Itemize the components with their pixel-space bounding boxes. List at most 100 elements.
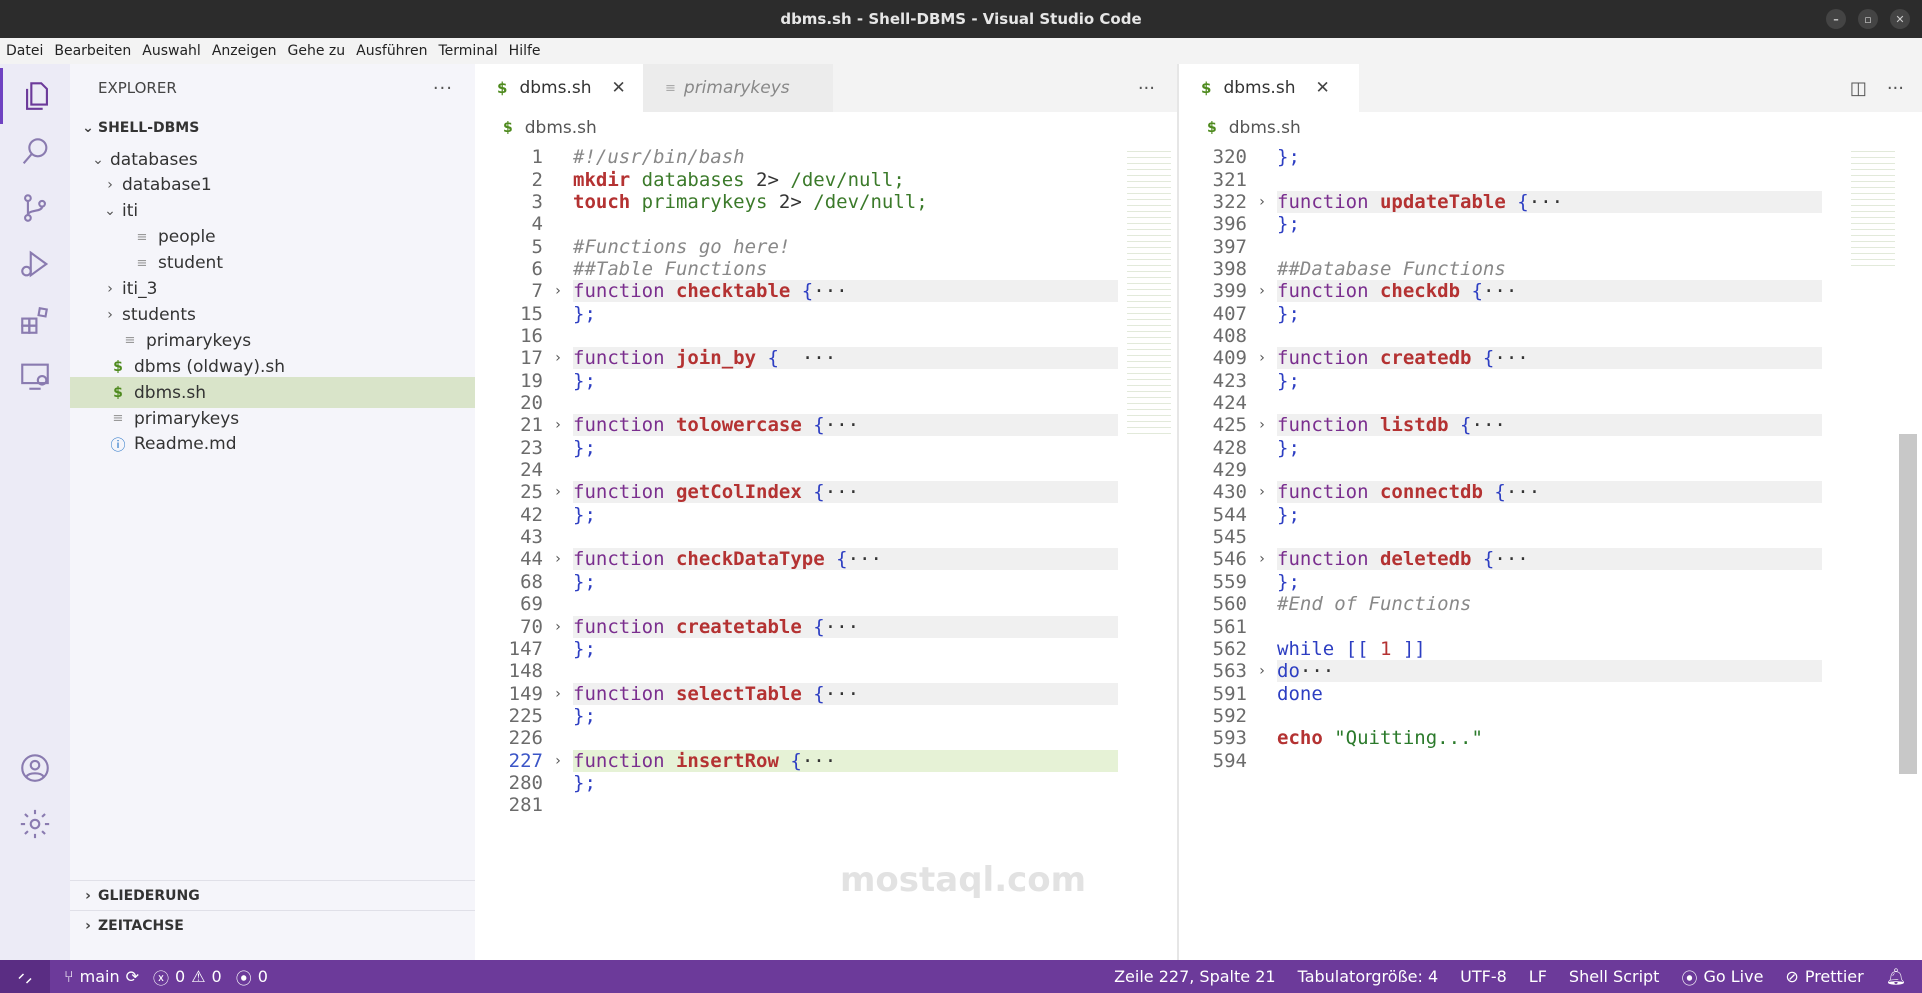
code-line[interactable]: 544}; bbox=[1179, 504, 1922, 526]
menu-hilfe[interactable]: Hilfe bbox=[509, 43, 541, 59]
run-debug-icon[interactable] bbox=[0, 236, 70, 292]
encoding[interactable]: UTF-8 bbox=[1460, 967, 1507, 986]
code-line[interactable]: 4 bbox=[475, 213, 1177, 235]
close-icon[interactable]: ✕ bbox=[1890, 9, 1910, 29]
fold-chevron-icon[interactable]: › bbox=[1247, 417, 1277, 433]
code-line[interactable]: 424 bbox=[1179, 392, 1922, 414]
remote-explorer-icon[interactable] bbox=[0, 348, 70, 404]
code-editor[interactable]: 320}; 321 322 › function updateTable {··· 396… bbox=[1179, 144, 1922, 960]
code-line[interactable]: 407}; bbox=[1179, 302, 1922, 325]
code-line[interactable]: 147}; bbox=[475, 638, 1177, 660]
menu-auswahl[interactable]: Auswahl bbox=[142, 43, 201, 59]
more-actions-icon[interactable]: ··· bbox=[433, 78, 453, 99]
code-line[interactable]: 42}; bbox=[475, 504, 1177, 526]
fold-chevron-icon[interactable]: › bbox=[543, 551, 573, 567]
prettier-button[interactable]: ⊘ Prettier bbox=[1785, 967, 1863, 986]
code-line[interactable]: 25 › function getColIndex {··· bbox=[475, 481, 1177, 504]
code-editor[interactable]: 1 #!/usr/bin/bash 2 mkdir databases 2> /dev… bbox=[475, 144, 1177, 960]
fold-chevron-icon[interactable]: › bbox=[1247, 663, 1277, 679]
fold-chevron-icon[interactable]: › bbox=[1247, 283, 1277, 299]
code-line[interactable]: 397 bbox=[1179, 235, 1922, 258]
code-line[interactable]: 423}; bbox=[1179, 370, 1922, 392]
code-line[interactable]: 21 › function tolowercase {··· bbox=[475, 414, 1177, 437]
menu-terminal[interactable]: Terminal bbox=[439, 43, 498, 59]
code-line[interactable]: 428}; bbox=[1179, 437, 1922, 459]
tree-item[interactable]: ⓘ Readme.md bbox=[70, 429, 475, 460]
code-line[interactable]: 408 bbox=[1179, 325, 1922, 347]
code-line[interactable]: 24 bbox=[475, 459, 1177, 481]
code-line[interactable]: 398 ##Database Functions bbox=[1179, 258, 1922, 280]
code-line[interactable]: 559}; bbox=[1179, 571, 1922, 593]
tab-size[interactable]: Tabulatorgröße: 4 bbox=[1298, 967, 1439, 986]
menu-ausfuehren[interactable]: Ausführen bbox=[356, 43, 427, 59]
outline-section[interactable]: › GLIEDERUNG bbox=[70, 880, 475, 910]
code-line[interactable]: 44 › function checkDataType {··· bbox=[475, 548, 1177, 571]
code-line[interactable]: 425 › function listdb {··· bbox=[1179, 414, 1922, 437]
code-line[interactable]: 7 › function checktable {··· bbox=[475, 280, 1177, 303]
notifications-bell-icon[interactable]: 🔔︎ bbox=[1886, 967, 1906, 986]
explorer-icon[interactable] bbox=[0, 68, 70, 124]
fold-chevron-icon[interactable]: › bbox=[543, 619, 573, 635]
code-line[interactable]: 149 › function selectTable {··· bbox=[475, 682, 1177, 705]
code-line[interactable]: 545 bbox=[1179, 526, 1922, 548]
code-line[interactable]: 281 bbox=[475, 794, 1177, 816]
code-line[interactable]: 2 mkdir databases 2> /dev/null; bbox=[475, 168, 1177, 191]
minimize-icon[interactable]: – bbox=[1826, 9, 1846, 29]
scrollbar-thumb[interactable] bbox=[1899, 434, 1917, 774]
search-icon[interactable] bbox=[0, 124, 70, 180]
code-line[interactable]: 560 #End of Functions bbox=[1179, 593, 1922, 615]
breadcrumb-file[interactable]: dbms.sh bbox=[525, 118, 597, 138]
code-line[interactable]: 227 › function insertRow {··· bbox=[475, 749, 1177, 772]
fold-chevron-icon[interactable]: › bbox=[1247, 484, 1277, 500]
code-line[interactable]: 68}; bbox=[475, 571, 1177, 593]
code-line[interactable]: 69 bbox=[475, 593, 1177, 615]
menu-gehe-zu[interactable]: Gehe zu bbox=[288, 43, 346, 59]
code-line[interactable]: 592 bbox=[1179, 705, 1922, 727]
extensions-icon[interactable] bbox=[0, 292, 70, 348]
timeline-section[interactable]: › ZEITACHSE bbox=[70, 910, 475, 940]
code-line[interactable]: 15}; bbox=[475, 302, 1177, 325]
code-line[interactable]: 226 bbox=[475, 727, 1177, 749]
fold-chevron-icon[interactable]: › bbox=[1247, 194, 1277, 210]
code-line[interactable]: 591 done bbox=[1179, 682, 1922, 705]
code-line[interactable]: 396}; bbox=[1179, 213, 1922, 235]
code-line[interactable]: 563 › do··· bbox=[1179, 660, 1922, 683]
fold-chevron-icon[interactable]: › bbox=[1247, 551, 1277, 567]
menu-datei[interactable]: Datei bbox=[6, 43, 43, 59]
code-line[interactable]: 6 ##Table Functions bbox=[475, 258, 1177, 280]
close-icon[interactable]: ✕ bbox=[1315, 78, 1329, 98]
menu-bearbeiten[interactable]: Bearbeiten bbox=[54, 43, 131, 59]
fold-chevron-icon[interactable]: › bbox=[543, 283, 573, 299]
tab-dbms-sh[interactable]: $ dbms.sh ✕ bbox=[1179, 64, 1359, 112]
fold-chevron-icon[interactable]: › bbox=[543, 753, 573, 769]
code-line[interactable]: 148 bbox=[475, 660, 1177, 682]
split-editor-icon[interactable]: ◫ bbox=[1850, 78, 1867, 99]
sync-icon[interactable]: ⟳ bbox=[126, 967, 139, 986]
code-line[interactable]: 429 bbox=[1179, 459, 1922, 481]
minimap[interactable] bbox=[1851, 146, 1895, 266]
fold-chevron-icon[interactable]: › bbox=[543, 484, 573, 500]
cursor-position[interactable]: Zeile 227, Spalte 21 bbox=[1114, 967, 1275, 986]
fold-chevron-icon[interactable]: › bbox=[543, 417, 573, 433]
workspace-root[interactable]: ⌄ SHELL-DBMS bbox=[70, 114, 475, 142]
code-line[interactable]: 19}; bbox=[475, 370, 1177, 392]
settings-gear-icon[interactable] bbox=[0, 796, 70, 852]
code-line[interactable]: 70 › function createtable {··· bbox=[475, 615, 1177, 638]
line-ending[interactable]: LF bbox=[1529, 967, 1547, 986]
maximize-icon[interactable]: ▫ bbox=[1858, 9, 1878, 29]
code-line[interactable]: 399 › function checkdb {··· bbox=[1179, 280, 1922, 303]
account-icon[interactable] bbox=[0, 740, 70, 796]
code-line[interactable]: 225}; bbox=[475, 705, 1177, 727]
minimap[interactable] bbox=[1127, 146, 1171, 436]
code-line[interactable]: 20 bbox=[475, 392, 1177, 414]
ports-indicator[interactable]: ⦿ 0 bbox=[236, 965, 268, 989]
code-line[interactable]: 562 while [[ 1 ]] bbox=[1179, 638, 1922, 660]
code-line[interactable]: 322 › function updateTable {··· bbox=[1179, 190, 1922, 213]
code-line[interactable]: 561 bbox=[1179, 615, 1922, 638]
fold-chevron-icon[interactable]: › bbox=[543, 350, 573, 366]
code-line[interactable]: 16 bbox=[475, 325, 1177, 347]
tab-dbms-sh[interactable]: $ dbms.sh ✕ bbox=[475, 64, 643, 112]
breadcrumb-file[interactable]: dbms.sh bbox=[1229, 118, 1301, 138]
code-line[interactable]: 594 bbox=[1179, 749, 1922, 772]
remote-indicator-icon[interactable] bbox=[0, 960, 50, 993]
